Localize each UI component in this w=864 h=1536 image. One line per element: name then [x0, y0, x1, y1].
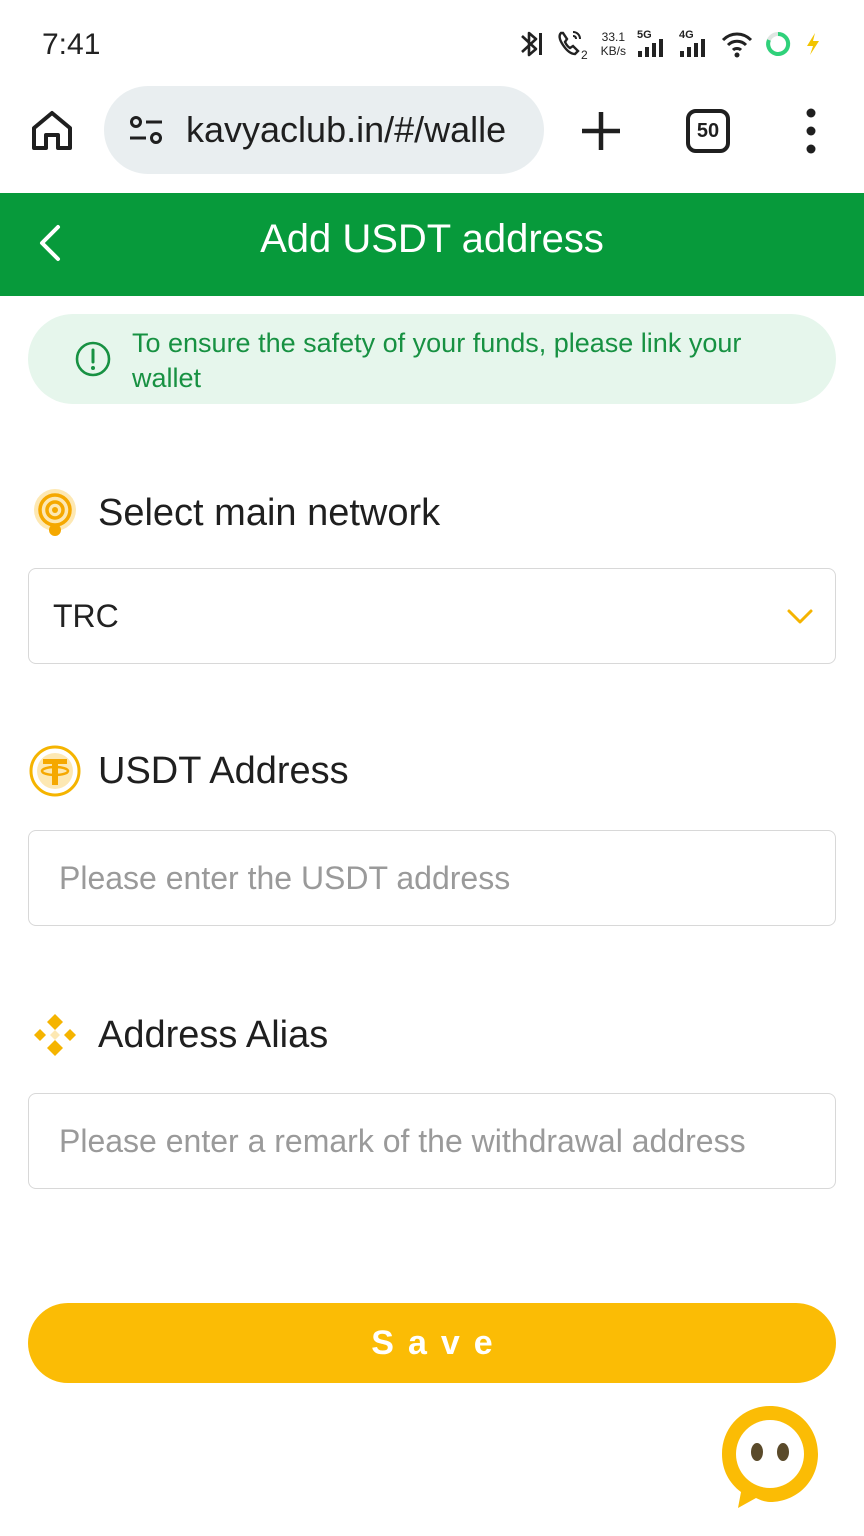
network-section-label: Select main network — [28, 486, 440, 540]
save-button[interactable]: Save — [28, 1303, 836, 1383]
net-speed: 33.1 KB/s — [601, 30, 626, 58]
usdt-address-input[interactable] — [53, 859, 813, 897]
signal-5g-icon: 5G — [637, 29, 663, 57]
sim2-label: 4G — [679, 29, 694, 41]
charging-icon — [807, 33, 819, 55]
page: 7:41 2 33.1 KB/s 5G 4G kavyaclub.in/#/wa… — [0, 0, 864, 1536]
tether-icon — [29, 745, 81, 797]
network-broadcast-icon — [34, 489, 76, 536]
more-menu-icon[interactable] — [796, 106, 826, 156]
info-icon — [75, 341, 111, 377]
alias-field-box — [28, 1093, 836, 1189]
status-time: 7:41 — [42, 28, 101, 61]
network-select[interactable]: TRC — [28, 568, 836, 664]
url-bar[interactable]: kavyaclub.in/#/walle — [104, 86, 544, 174]
address-alias-input[interactable] — [53, 1122, 813, 1160]
alias-section-label: Address Alias — [28, 1008, 328, 1062]
network-label: Select main network — [98, 491, 441, 534]
address-field-box — [28, 830, 836, 926]
browser-bar: kavyaclub.in/#/walle 50 — [0, 84, 864, 192]
app-header: Add USDT address — [0, 193, 864, 296]
url-text: kavyaclub.in/#/walle — [186, 109, 507, 150]
sim1-label: 5G — [637, 29, 652, 41]
call-sub-label: 2 — [581, 48, 588, 61]
wifi-icon — [721, 32, 753, 58]
notice-text: To ensure the safety of your funds, plea… — [132, 328, 742, 393]
home-icon[interactable] — [28, 106, 76, 154]
chat-support-icon[interactable] — [708, 1392, 832, 1516]
status-bar: 7:41 2 33.1 KB/s 5G 4G — [0, 0, 864, 84]
tab-switcher-button[interactable]: 50 — [686, 109, 730, 153]
alias-label: Address Alias — [98, 1013, 329, 1056]
chevron-down-icon[interactable] — [785, 603, 815, 631]
address-label: USDT Address — [98, 749, 349, 792]
status-icons: 2 33.1 KB/s 5G 4G — [519, 24, 824, 64]
battery-ring-icon — [766, 31, 791, 56]
new-tab-icon[interactable] — [578, 108, 624, 154]
page-title: Add USDT address — [260, 217, 604, 261]
address-section-label: USDT Address — [28, 744, 349, 798]
signal-4g-icon: 4G — [679, 29, 705, 57]
wifi-call-icon: 2 — [558, 31, 588, 61]
net-speed-unit: KB/s — [600, 44, 626, 58]
site-settings-icon[interactable] — [126, 110, 166, 150]
bluetooth-icon — [520, 31, 542, 57]
safety-notice: To ensure the safety of your funds, plea… — [28, 314, 836, 404]
binance-diamond-icon — [34, 1014, 76, 1056]
network-selected-value: TRC — [53, 597, 119, 634]
net-speed-value: 33.1 — [601, 30, 625, 44]
